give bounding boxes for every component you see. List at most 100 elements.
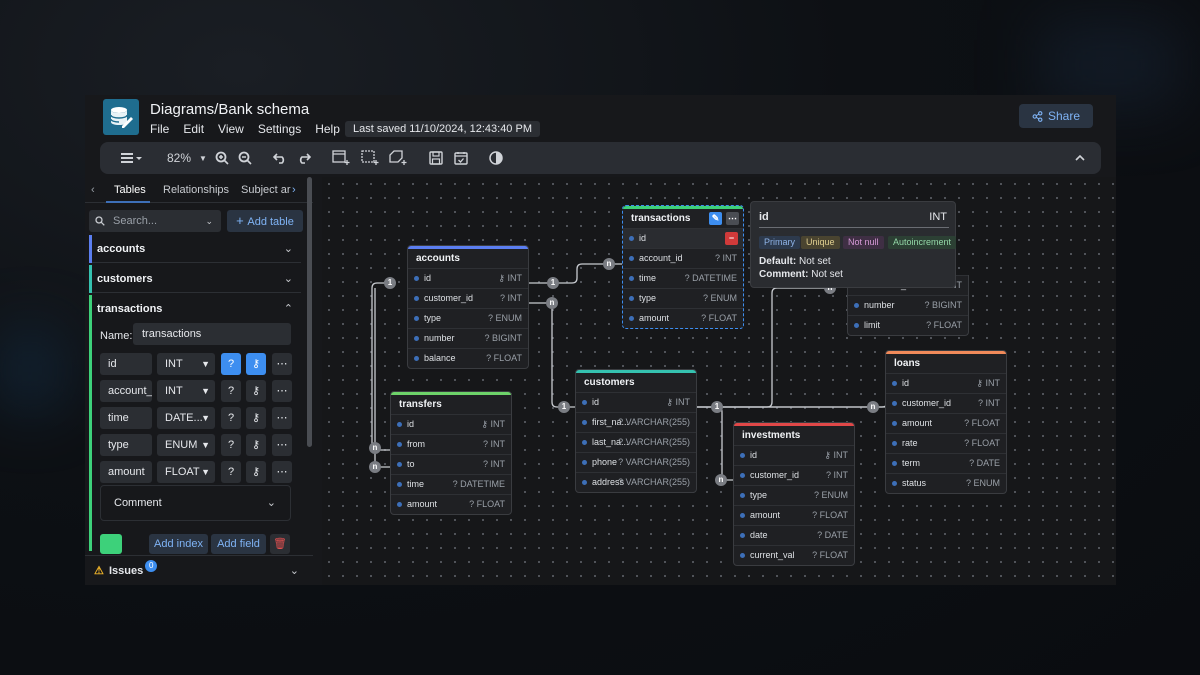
table-row[interactable]: current_val ? FLOAT — [734, 545, 854, 565]
primary-key-icon[interactable]: ⚷ — [246, 461, 266, 483]
table-color-picker[interactable] — [100, 534, 122, 554]
table-row[interactable]: last_na...? VARCHAR(255) — [576, 432, 696, 452]
field-name-input[interactable]: id — [100, 353, 152, 375]
table-row[interactable]: number ? BIGINT — [848, 295, 968, 315]
tab-subject-areas[interactable]: Subject ar — [241, 184, 291, 196]
more-options-icon[interactable]: ⋯ — [272, 380, 292, 402]
add-area-icon[interactable] — [361, 150, 379, 166]
add-note-icon[interactable] — [389, 150, 407, 166]
field-name-input[interactable]: amount — [100, 461, 152, 483]
table-group-transactions[interactable]: transactions ⌃ — [89, 295, 301, 323]
table-row[interactable]: customer_id ? INT — [734, 465, 854, 485]
tabs-scroll-left-icon[interactable]: ‹ — [91, 184, 95, 196]
menu-file[interactable]: File — [150, 122, 169, 136]
add-index-button[interactable]: Add index — [149, 534, 208, 554]
layout-menu-icon[interactable] — [120, 150, 142, 166]
field-name-input[interactable]: time — [100, 407, 152, 429]
more-options-icon[interactable]: ⋯ — [272, 434, 292, 456]
add-field-button[interactable]: Add field — [211, 534, 266, 554]
table-row[interactable]: type ? ENUM — [734, 485, 854, 505]
theme-toggle-icon[interactable] — [489, 150, 503, 166]
table-transfers[interactable]: transfers id ⚷ INT from ? INT to ? INT time… — [390, 391, 512, 515]
issues-panel[interactable]: ⚠ Issues 0 ⌄ — [85, 555, 313, 585]
table-row[interactable]: customer_id ? INT — [408, 288, 528, 308]
table-row[interactable]: amount ? FLOAT — [391, 494, 511, 514]
table-accounts[interactable]: accounts id ⚷ INT customer_id ? INT type ? … — [407, 245, 529, 369]
field-type-select[interactable]: ENUM ▼ — [157, 434, 215, 456]
field-name-input[interactable]: account_ — [100, 380, 152, 402]
table-row[interactable]: id ⚷ INT — [391, 414, 511, 434]
table-row[interactable]: type ? ENUM — [408, 308, 528, 328]
zoom-in-icon[interactable] — [215, 150, 229, 166]
menu-edit[interactable]: Edit — [183, 122, 204, 136]
zoom-out-icon[interactable] — [238, 150, 252, 166]
table-row[interactable]: type ? ENUM — [623, 288, 743, 308]
table-row[interactable]: number ? BIGINT — [408, 328, 528, 348]
table-row[interactable]: from ? INT — [391, 434, 511, 454]
tab-tables[interactable]: Tables — [114, 184, 146, 196]
field-type-select[interactable]: INT ▼ — [157, 353, 215, 375]
diagram-title[interactable]: Diagrams/Bank schema — [150, 101, 309, 118]
menu-settings[interactable]: Settings — [258, 122, 301, 136]
nullable-toggle[interactable]: ? — [221, 461, 241, 483]
add-table-icon[interactable] — [332, 150, 350, 166]
table-header[interactable]: accounts — [408, 246, 528, 268]
redo-icon[interactable] — [297, 150, 311, 166]
edit-icon[interactable]: ✎ — [709, 212, 722, 225]
add-table-button[interactable]: + Add table — [227, 210, 303, 232]
table-row[interactable]: id − — [623, 228, 743, 248]
table-row[interactable]: phone? VARCHAR(255) — [576, 452, 696, 472]
more-options-icon[interactable]: ⋯ — [272, 407, 292, 429]
table-row[interactable]: id ⚷ INT — [576, 392, 696, 412]
field-name-input[interactable]: type — [100, 434, 152, 456]
field-type-select[interactable]: FLOAT ▼ — [157, 461, 215, 483]
table-row[interactable]: date ? DATE — [734, 525, 854, 545]
table-row[interactable]: to ? INT — [391, 454, 511, 474]
field-type-select[interactable]: INT ▼ — [157, 380, 215, 402]
table-row[interactable]: first_na...? VARCHAR(255) — [576, 412, 696, 432]
tab-relationships[interactable]: Relationships — [163, 184, 229, 196]
nullable-toggle[interactable]: ? — [221, 353, 241, 375]
table-transactions[interactable]: transactions ✎ ⋯ id − account_id ? INT tim… — [622, 205, 744, 329]
save-icon[interactable] — [429, 150, 443, 166]
table-row[interactable]: rate ? FLOAT — [886, 433, 1006, 453]
primary-key-icon[interactable]: ⚷ — [246, 407, 266, 429]
zoom-select[interactable]: 82% ▼ — [167, 150, 207, 166]
table-group-customers[interactable]: customers ⌄ — [89, 265, 301, 293]
table-row[interactable]: id ⚷ INT — [886, 373, 1006, 393]
table-header[interactable]: transfers — [391, 392, 511, 414]
delete-field-icon[interactable]: − — [725, 232, 738, 245]
more-options-icon[interactable]: ⋯ — [272, 461, 292, 483]
diagram-canvas[interactable]: accounts id ⚷ INT customer_id ? INT type ? … — [322, 177, 1116, 585]
table-row[interactable]: limit ? FLOAT — [848, 315, 968, 335]
table-header[interactable]: investments — [734, 423, 854, 445]
primary-key-icon[interactable]: ⚷ — [246, 353, 266, 375]
menu-view[interactable]: View — [218, 122, 244, 136]
undo-icon[interactable] — [273, 150, 287, 166]
primary-key-icon[interactable]: ⚷ — [246, 380, 266, 402]
table-row[interactable]: account_id ? INT — [623, 248, 743, 268]
table-header[interactable]: customers — [576, 370, 696, 392]
nullable-toggle[interactable]: ? — [221, 407, 241, 429]
table-name-input[interactable]: transactions — [133, 323, 291, 345]
table-row[interactable]: term ? DATE — [886, 453, 1006, 473]
table-row[interactable]: id ⚷ INT — [734, 445, 854, 465]
nullable-toggle[interactable]: ? — [221, 434, 241, 456]
nullable-toggle[interactable]: ? — [221, 380, 241, 402]
app-logo-icon[interactable] — [103, 99, 139, 135]
calendar-check-icon[interactable] — [454, 150, 468, 166]
table-row[interactable]: balance ? FLOAT — [408, 348, 528, 368]
menu-help[interactable]: Help — [315, 122, 340, 136]
collapse-toolbar-icon[interactable] — [1075, 150, 1085, 166]
table-header[interactable]: transactions ✎ ⋯ — [623, 206, 743, 228]
table-row[interactable]: customer_id ? INT — [886, 393, 1006, 413]
table-row[interactable]: amount ? FLOAT — [886, 413, 1006, 433]
table-header[interactable]: loans — [886, 351, 1006, 373]
table-row[interactable]: amount ? FLOAT — [734, 505, 854, 525]
table-loans[interactable]: loans id ⚷ INT customer_id ? INT amount ? F… — [885, 350, 1007, 494]
primary-key-icon[interactable]: ⚷ — [246, 434, 266, 456]
more-options-icon[interactable]: ⋯ — [272, 353, 292, 375]
more-options-icon[interactable]: ⋯ — [726, 212, 739, 225]
table-customers[interactable]: customers id ⚷ INT first_na...? VARCHAR(2… — [575, 369, 697, 493]
table-row[interactable]: amount ? FLOAT — [623, 308, 743, 328]
